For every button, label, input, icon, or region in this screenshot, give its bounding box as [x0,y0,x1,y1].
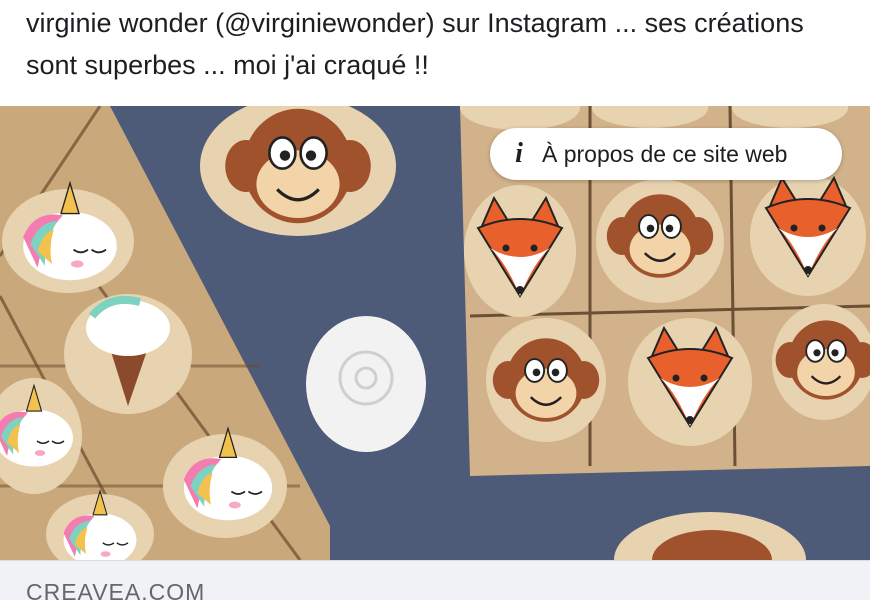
about-website-label: À propos de ce site web [542,140,788,167]
link-preview-footer[interactable]: CREAVEA.COM [0,560,870,605]
post-text: virginie wonder (@virginiewonder) sur In… [26,8,804,80]
link-domain: CREAVEA.COM [26,579,206,605]
about-website-button[interactable]: i À propos de ce site web [490,128,842,180]
info-icon: i [515,138,523,169]
